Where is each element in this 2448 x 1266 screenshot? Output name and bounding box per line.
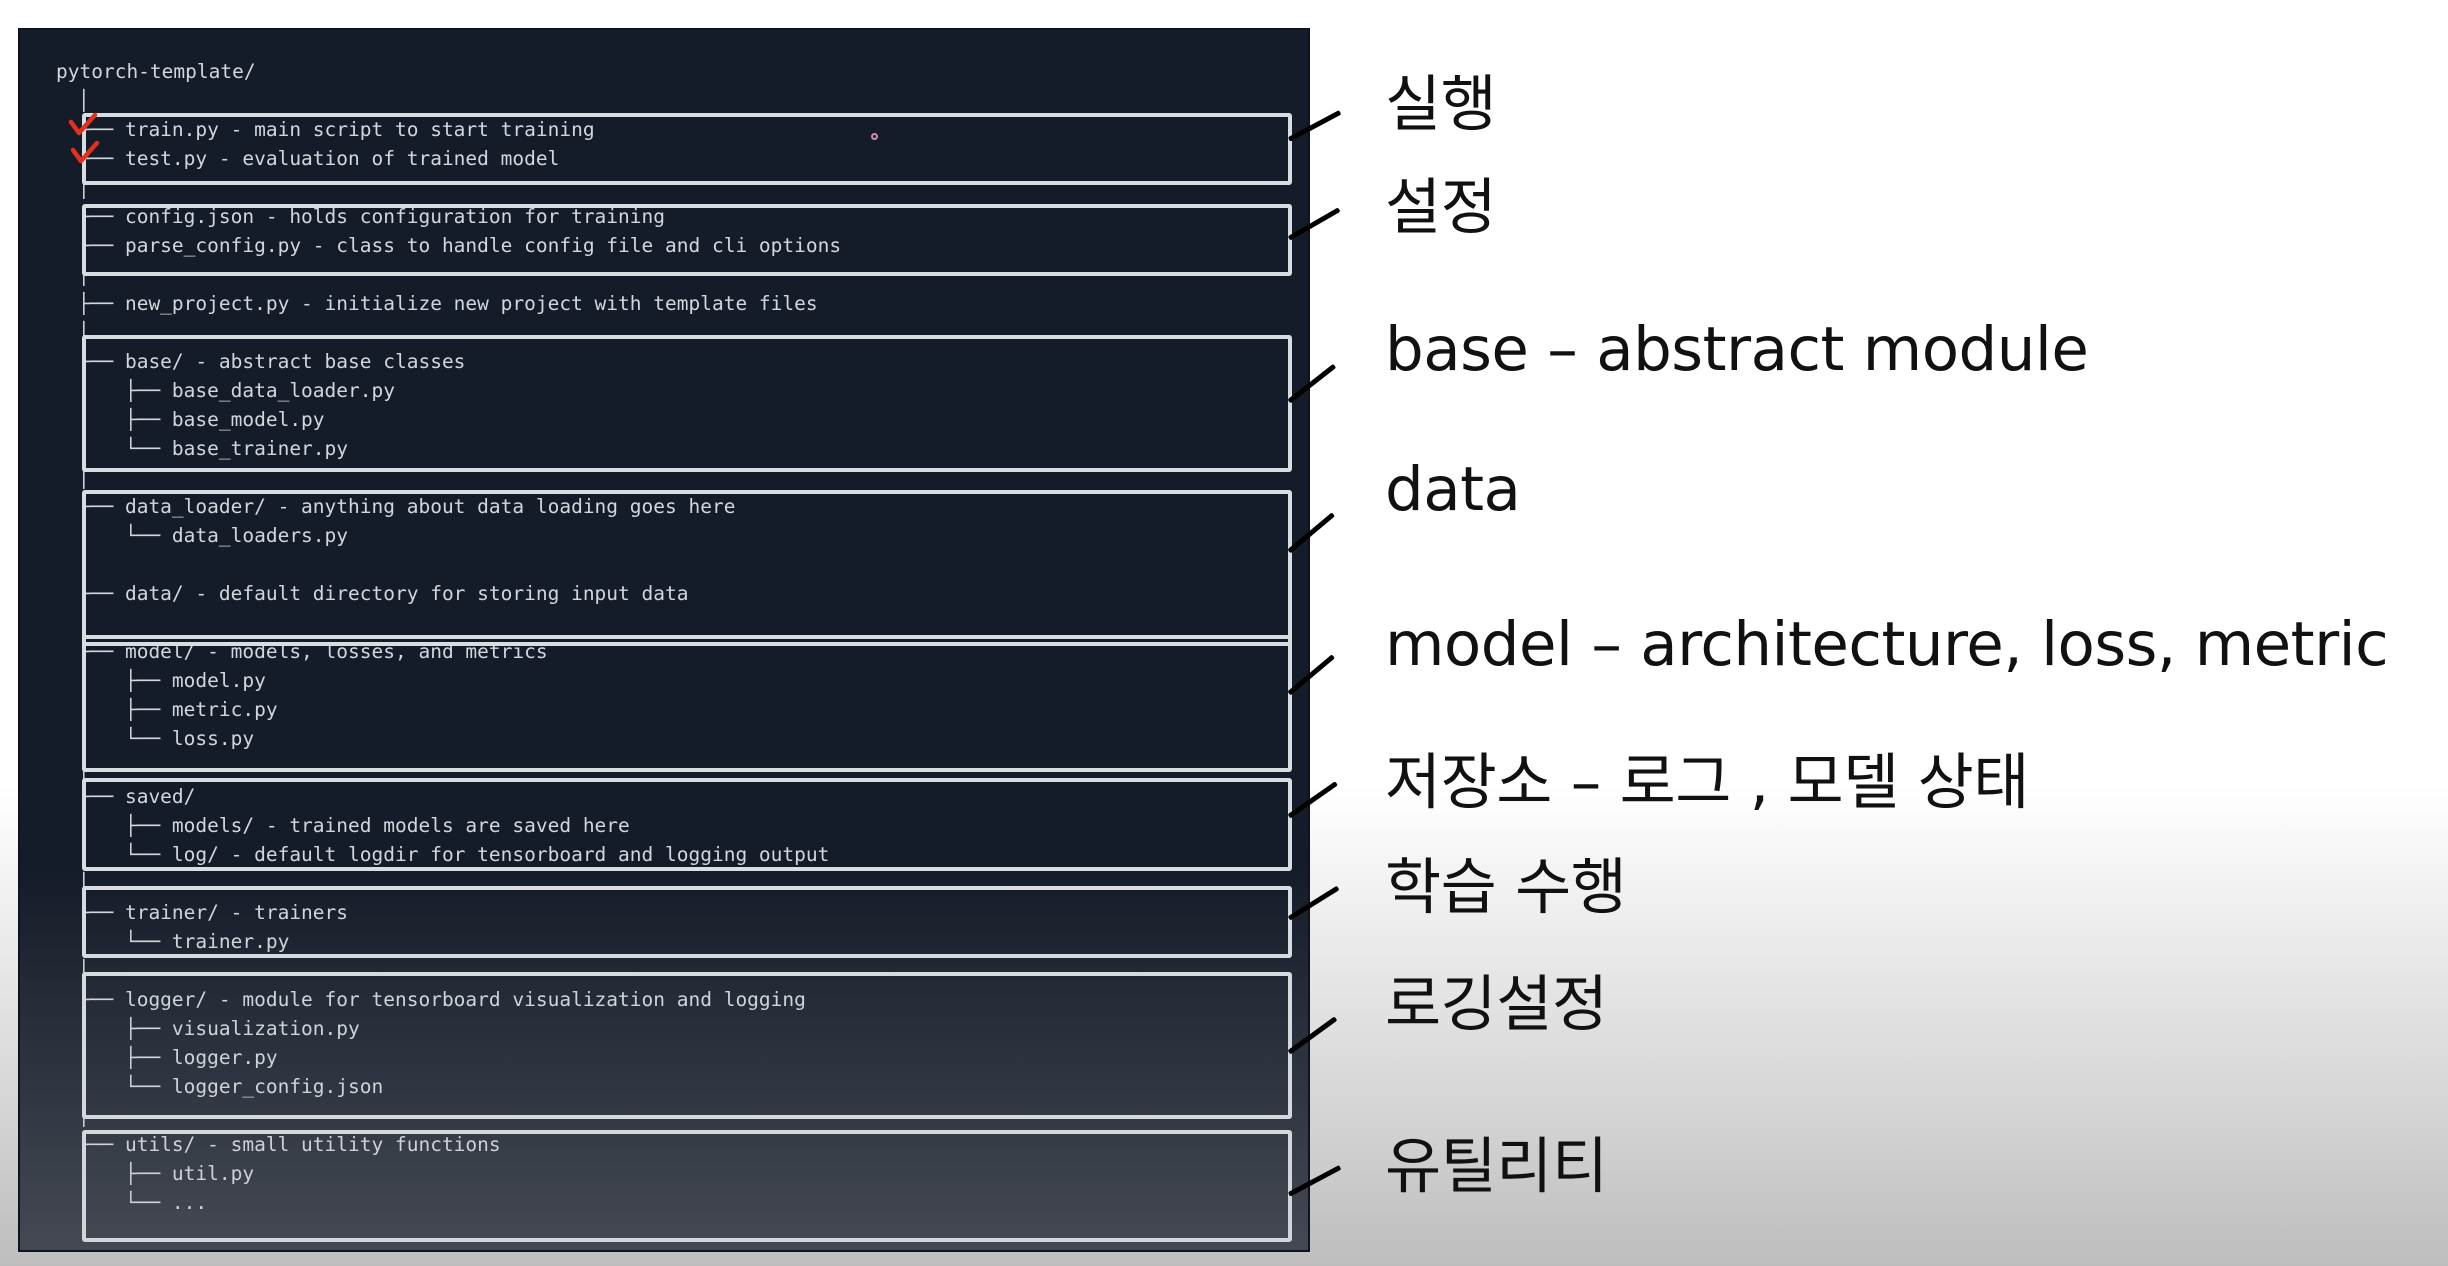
- terminal-window: pytorch-template/ │ ├── train.py - main s…: [20, 30, 1308, 1250]
- annotation-saved: 저장소 – 로그 , 모델 상태: [1385, 747, 2029, 818]
- annotation-run: 실행: [1385, 69, 1497, 140]
- check-mark-icon: [70, 140, 100, 164]
- group-box-model: [82, 635, 1292, 772]
- annotation-logger: 로깅설정: [1385, 969, 1608, 1040]
- annotation-model: model – architecture, loss, metric: [1385, 609, 2389, 680]
- group-box-data: [82, 490, 1292, 646]
- group-box-config: [82, 204, 1292, 276]
- check-mark-icon: [68, 112, 98, 136]
- group-box-base: [82, 335, 1292, 472]
- annotation-config: 설정: [1385, 172, 1497, 243]
- annotation-trainer: 학습 수행: [1385, 852, 1627, 923]
- group-box-run: [82, 113, 1292, 185]
- tree-root: pytorch-template/: [56, 60, 256, 83]
- annotation-base: base – abstract module: [1385, 314, 2089, 385]
- cursor-marker: [871, 133, 878, 140]
- annotation-utils: 유틸리티: [1385, 1131, 1608, 1202]
- group-box-logger: [82, 972, 1292, 1119]
- annotation-data: data: [1385, 454, 1521, 525]
- group-box-utils: [82, 1130, 1292, 1242]
- group-box-trainer: [82, 886, 1292, 958]
- group-box-saved: [82, 778, 1292, 871]
- tree-line: │: [78, 89, 90, 112]
- tree-line: ├── new_project.py - initialize new proj…: [78, 292, 818, 315]
